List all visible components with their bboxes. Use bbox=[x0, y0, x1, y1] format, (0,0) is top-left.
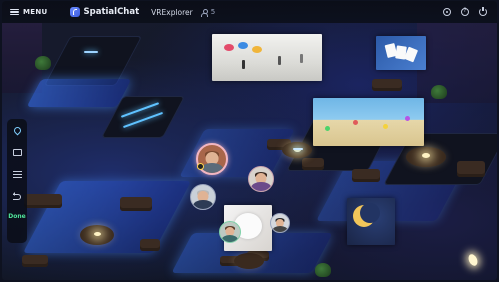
beach-ball-yellow bbox=[383, 124, 388, 129]
blue-floor-upper-left bbox=[26, 79, 132, 107]
brand: SpatialChat bbox=[69, 7, 140, 17]
participants-count[interactable]: 5 bbox=[201, 8, 216, 17]
beach-screen[interactable] bbox=[313, 98, 424, 146]
avatar-4[interactable] bbox=[219, 221, 241, 243]
top-right-controls bbox=[443, 7, 497, 16]
room-wall-right bbox=[417, 23, 497, 103]
couch-left bbox=[24, 194, 62, 208]
beach-ball-green bbox=[325, 126, 330, 131]
chair-bottom-left bbox=[22, 255, 48, 267]
avatar-speaking[interactable] bbox=[196, 143, 228, 175]
gallery-figure-3 bbox=[300, 54, 303, 63]
laptop-glow bbox=[84, 51, 98, 53]
settings-icon[interactable] bbox=[443, 8, 451, 16]
plant-upper-right bbox=[431, 85, 447, 99]
lamp-left bbox=[94, 232, 101, 236]
spatial-room-canvas[interactable]: MENU SpatialChat VRExplorer 5 ? Done bbox=[2, 1, 497, 280]
chair-center-right bbox=[302, 158, 324, 170]
gallery-art-3 bbox=[252, 46, 262, 53]
undo-button[interactable] bbox=[11, 191, 23, 202]
top-bar: MENU SpatialChat VRExplorer 5 bbox=[2, 1, 497, 23]
plant-upper-left bbox=[35, 56, 51, 70]
hamburger-icon bbox=[10, 8, 19, 16]
round-table-bottom bbox=[234, 253, 264, 269]
space-name[interactable]: VRExplorer bbox=[151, 8, 193, 17]
avatar-3[interactable] bbox=[248, 166, 274, 192]
location-pin-icon bbox=[12, 125, 22, 136]
avatar-2[interactable] bbox=[190, 184, 216, 210]
settings-sliders-button[interactable] bbox=[11, 169, 23, 180]
couch-center-left bbox=[120, 197, 152, 211]
mic-active-icon bbox=[197, 163, 204, 170]
menu-label: MENU bbox=[23, 8, 48, 16]
share-screen-icon bbox=[12, 149, 22, 156]
beach-ball-red bbox=[353, 120, 358, 125]
chair-bottom-center bbox=[140, 239, 160, 251]
brand-name: SpatialChat bbox=[83, 7, 140, 17]
lamp-right bbox=[422, 153, 430, 158]
share-screen-button[interactable] bbox=[11, 147, 23, 158]
moon-screen[interactable] bbox=[347, 198, 395, 245]
couch-upper-right bbox=[372, 79, 402, 91]
couch-far-right bbox=[457, 161, 485, 177]
laptop-glow-center bbox=[293, 148, 303, 150]
location-pin-button[interactable] bbox=[11, 125, 23, 136]
avatar-5[interactable] bbox=[270, 213, 290, 233]
moon-icon bbox=[353, 203, 380, 227]
help-icon[interactable] bbox=[461, 7, 469, 16]
spatialchat-logo-icon bbox=[69, 7, 80, 17]
gallery-figure-1 bbox=[242, 60, 245, 69]
user-icon bbox=[201, 8, 209, 17]
done-button[interactable]: Done bbox=[8, 213, 25, 220]
undo-icon bbox=[13, 191, 21, 200]
left-toolbar: Done bbox=[7, 119, 27, 243]
gallery-art-2 bbox=[238, 42, 248, 49]
playing-cards-screen[interactable] bbox=[376, 36, 426, 70]
gallery-screen[interactable] bbox=[212, 34, 322, 81]
plant-bottom bbox=[315, 263, 331, 277]
couch-right bbox=[352, 169, 380, 182]
gallery-figure-2 bbox=[278, 56, 281, 65]
user-count: 5 bbox=[210, 8, 216, 16]
gallery-art-1 bbox=[224, 44, 234, 51]
menu-button[interactable]: MENU bbox=[2, 8, 56, 16]
floor-light-bottom-right bbox=[466, 252, 480, 268]
settings-sliders-icon bbox=[12, 171, 22, 178]
beach-ball-purple bbox=[405, 116, 410, 121]
power-icon[interactable] bbox=[479, 7, 487, 16]
